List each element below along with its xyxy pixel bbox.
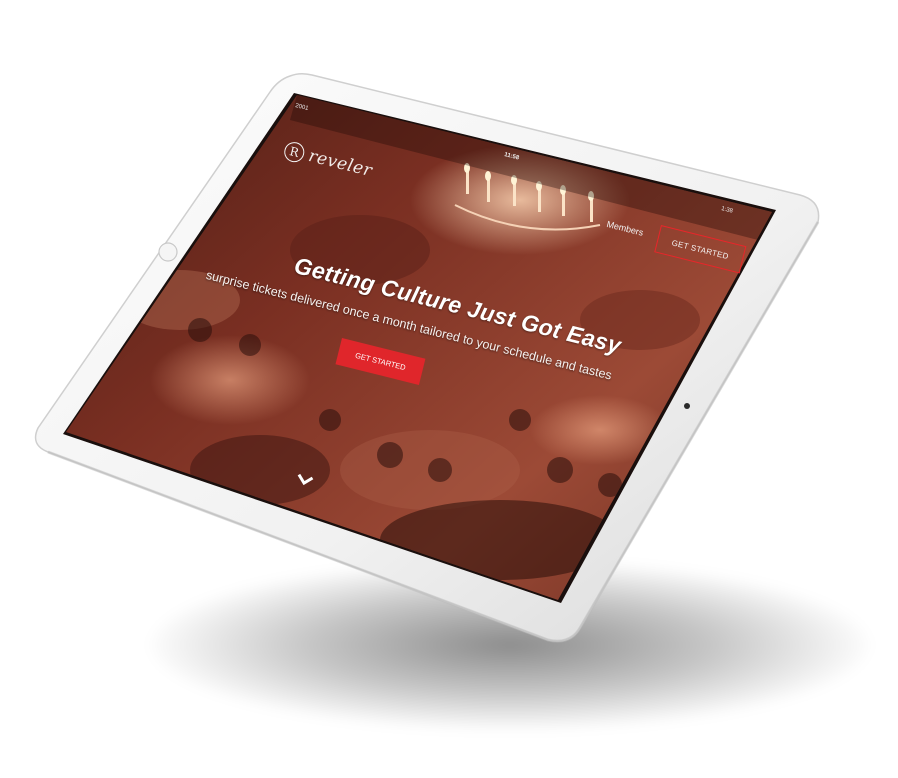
front-camera [684, 403, 690, 409]
tablet-device [0, 0, 898, 778]
page-stage: 2001 11:58 1:38 R reveler Members GET ST… [0, 0, 898, 778]
home-button[interactable] [158, 242, 178, 262]
